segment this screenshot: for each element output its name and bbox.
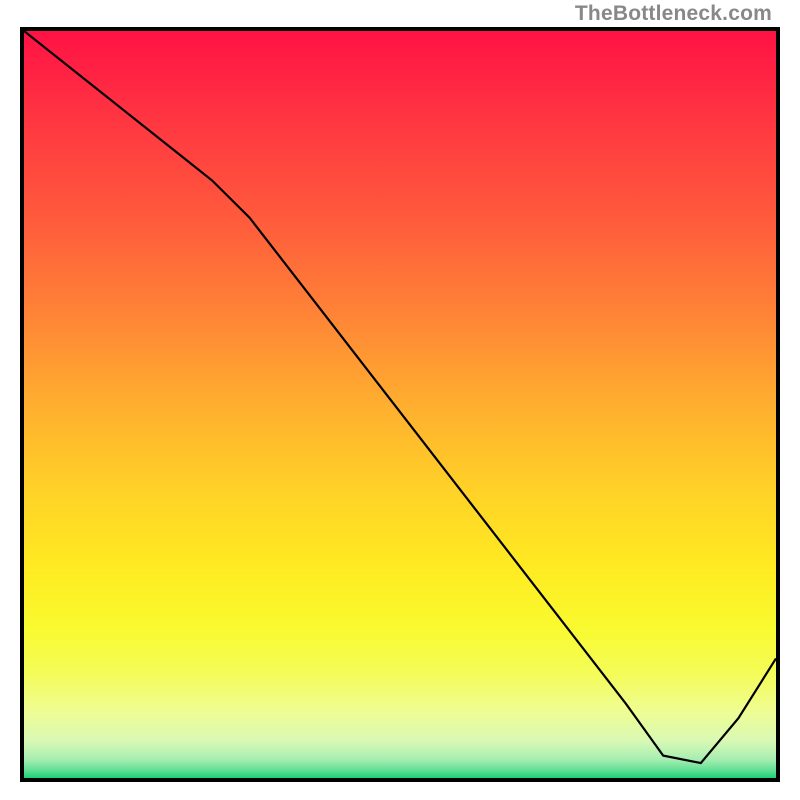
curve-layer [24,31,776,778]
chart-container: TheBottleneck.com [0,0,800,800]
data-curve [24,31,776,763]
attribution-text: TheBottleneck.com [575,2,772,26]
plot-area [20,27,780,782]
